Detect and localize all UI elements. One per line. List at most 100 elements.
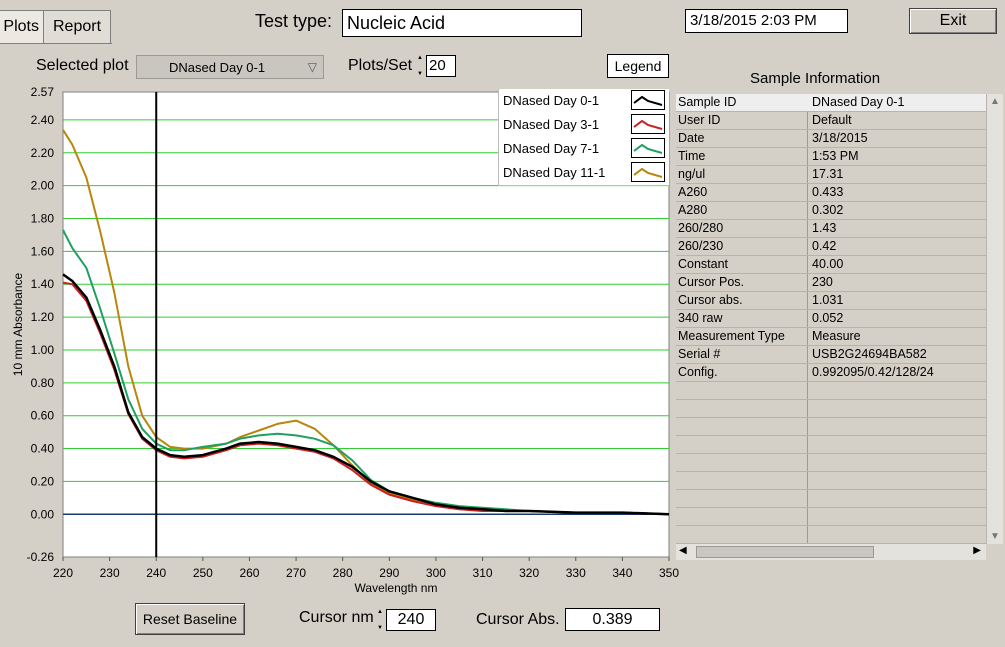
info-row[interactable] <box>676 490 986 508</box>
x-tick-label: 260 <box>239 566 259 580</box>
x-tick-label: 270 <box>286 566 306 580</box>
info-row[interactable]: A280 0.302 <box>676 202 986 220</box>
x-tick-label: 220 <box>53 566 73 580</box>
chevron-down-icon: ▽ <box>307 60 317 74</box>
y-tick-label: 0.00 <box>31 507 55 521</box>
selected-plot-value: DNased Day 0-1 <box>169 60 266 75</box>
info-row[interactable]: Time 1:53 PM <box>676 148 986 166</box>
sample-info-table[interactable]: Sample ID DNased Day 0-1 User ID Default Dat… <box>676 94 986 544</box>
legend-item: DNased Day 7-1 <box>499 137 669 161</box>
info-row[interactable]: User ID Default <box>676 112 986 130</box>
info-key: Sample ID <box>678 95 737 109</box>
scroll-up-icon[interactable]: ▲ <box>990 96 1000 107</box>
spin-up-icon: ▲ <box>377 609 383 615</box>
info-row[interactable]: Cursor Pos. 230 <box>676 274 986 292</box>
cursor-abs-label: Cursor Abs. <box>476 611 560 628</box>
info-value: 17.31 <box>812 167 844 181</box>
y-tick-label: 0.80 <box>31 376 55 390</box>
info-row[interactable]: Measurement Type Measure <box>676 328 986 346</box>
info-key: A260 <box>678 185 708 199</box>
info-row[interactable] <box>676 526 986 544</box>
y-tick-label: 2.00 <box>31 179 55 193</box>
info-value: Default <box>812 113 852 127</box>
x-tick-label: 330 <box>566 566 586 580</box>
info-value: 40.00 <box>812 257 844 271</box>
legend-label: DNased Day 3-1 <box>503 117 600 132</box>
legend-swatch <box>631 90 665 110</box>
info-value: Measure <box>812 329 861 343</box>
legend-swatch <box>631 114 665 134</box>
info-value: 0.42 <box>812 239 837 253</box>
y-tick-label: 2.20 <box>31 146 55 160</box>
info-row[interactable] <box>676 472 986 490</box>
info-key: ng/ul <box>678 167 706 181</box>
info-row[interactable]: 340 raw 0.052 <box>676 310 986 328</box>
legend-item: DNased Day 0-1 <box>499 89 669 113</box>
exit-button[interactable]: Exit <box>909 8 997 34</box>
info-row[interactable] <box>676 418 986 436</box>
test-type-field[interactable]: Nucleic Acid <box>342 9 582 37</box>
cursor-nm-field[interactable]: 240 <box>386 609 436 631</box>
info-row[interactable]: 260/280 1.43 <box>676 220 986 238</box>
spin-up-icon: ▲ <box>417 55 423 61</box>
info-row[interactable] <box>676 454 986 472</box>
y-tick-label: 0.40 <box>31 442 55 456</box>
scroll-down-icon[interactable]: ▼ <box>990 531 1000 542</box>
info-row[interactable]: Sample ID DNased Day 0-1 <box>676 94 986 112</box>
info-key: 340 raw <box>678 311 723 325</box>
info-row[interactable]: Date 3/18/2015 <box>676 130 986 148</box>
info-row[interactable] <box>676 508 986 526</box>
legend-item: DNased Day 3-1 <box>499 113 669 137</box>
vertical-scrollbar[interactable]: ▲ ▼ <box>986 94 1003 544</box>
info-value: USB2G24694BA582 <box>812 347 927 361</box>
info-key: Cursor abs. <box>678 293 743 307</box>
info-row[interactable]: Config. 0.992095/0.42/128/24 <box>676 364 986 382</box>
x-tick-label: 300 <box>426 566 446 580</box>
plots-per-set-spinner[interactable]: ▲ ▼ <box>416 55 424 77</box>
y-tick-label: 1.40 <box>31 277 55 291</box>
tab-divider <box>0 43 112 44</box>
y-axis-label: 10 mm Absorbance <box>11 272 25 376</box>
cursor-nm-spinner[interactable]: ▲ ▼ <box>376 609 384 631</box>
info-key: 260/280 <box>678 221 724 235</box>
legend-label: DNased Day 0-1 <box>503 93 600 108</box>
y-tick-label: -0.26 <box>27 550 55 564</box>
info-row[interactable]: 260/230 0.42 <box>676 238 986 256</box>
selected-plot-dropdown[interactable]: DNased Day 0-1 ▽ <box>136 55 324 79</box>
info-value: 1.031 <box>812 293 844 307</box>
info-row[interactable] <box>676 400 986 418</box>
y-tick-label: 2.40 <box>31 113 55 127</box>
info-row[interactable] <box>676 436 986 454</box>
x-tick-label: 320 <box>519 566 539 580</box>
y-tick-label: 1.60 <box>31 244 55 258</box>
scroll-left-icon[interactable]: ◀ <box>679 545 687 556</box>
cursor-nm-label: Cursor nm <box>299 609 374 626</box>
info-row[interactable]: Serial # USB2G24694BA582 <box>676 346 986 364</box>
tab-report[interactable]: Report <box>43 10 111 43</box>
info-key: Config. <box>678 365 718 379</box>
x-tick-label: 350 <box>659 566 679 580</box>
y-tick-label: 1.20 <box>31 310 55 324</box>
info-key: A280 <box>678 203 708 217</box>
reset-baseline-button[interactable]: Reset Baseline <box>135 603 245 635</box>
info-row[interactable]: Cursor abs. 1.031 <box>676 292 986 310</box>
info-row[interactable] <box>676 382 986 400</box>
info-row[interactable]: ng/ul 17.31 <box>676 166 986 184</box>
y-tick-label: 0.60 <box>31 409 55 423</box>
plots-per-set-field[interactable]: 20 <box>426 55 456 77</box>
legend-item: DNased Day 11-1 <box>499 161 669 185</box>
info-row[interactable]: A260 0.433 <box>676 184 986 202</box>
x-tick-label: 290 <box>379 566 399 580</box>
tab-plots[interactable]: Plots <box>0 10 44 43</box>
info-row[interactable]: Constant 40.00 <box>676 256 986 274</box>
legend-button[interactable]: Legend <box>607 54 669 78</box>
info-value: 0.302 <box>812 203 844 217</box>
info-value: DNased Day 0-1 <box>812 95 905 109</box>
horizontal-scrollbar[interactable]: ◀ ▶ <box>676 543 986 560</box>
scroll-thumb[interactable] <box>696 546 874 558</box>
test-type-label: Test type: <box>255 11 333 31</box>
info-value: 0.992095/0.42/128/24 <box>812 365 934 379</box>
scroll-right-icon[interactable]: ▶ <box>973 545 981 556</box>
y-tick-label: 1.80 <box>31 212 55 226</box>
legend-label: DNased Day 7-1 <box>503 141 600 156</box>
